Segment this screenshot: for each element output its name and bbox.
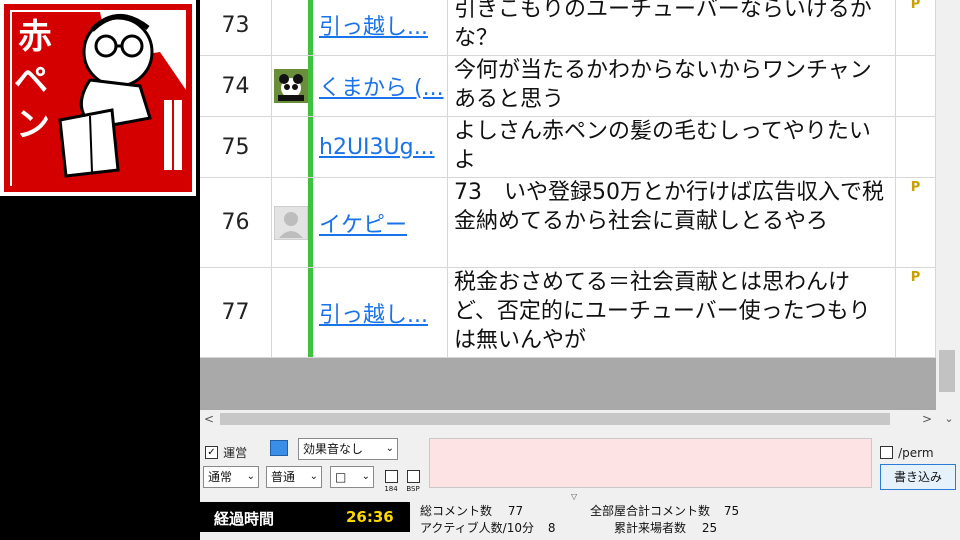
scroll-down-icon[interactable]: ⌄ [938, 410, 960, 428]
check-bsp[interactable]: BSP [404, 466, 422, 493]
chevron-down-icon: ⌄ [309, 471, 318, 482]
position-value: 普通 [271, 470, 296, 484]
user-name-link[interactable]: h2UI3Ug... [313, 117, 448, 177]
comment-text: 引きこもりのユーチューバーならいけるかな？ [448, 0, 896, 55]
premium-cell: P [896, 0, 936, 55]
stat-all-rooms-value: 75 [723, 504, 740, 518]
comment-row[interactable]: 74 くまから (... 今何が当たるかわからないからワンチャンあると思う [200, 56, 936, 117]
user-name-link[interactable]: 引っ越し... [313, 268, 448, 357]
chevron-down-icon: ⌄ [385, 443, 394, 454]
check-bsp-box[interactable] [406, 470, 420, 483]
user-avatar[interactable] [272, 0, 310, 55]
size-select[interactable]: 通常 ⌄ [203, 466, 259, 488]
stat-visitors-label: 累計来場者数 [614, 521, 687, 535]
comment-row[interactable]: 77 引っ越し... 税金おさめてる＝社会貢献とは思わんけど、否定的にユーチューバー… [200, 268, 936, 358]
vertical-scroll-thumb[interactable] [939, 350, 955, 392]
premium-badge-icon: P [910, 270, 921, 285]
stat-active-value: 8 [547, 521, 556, 535]
premium-cell [896, 56, 936, 116]
perm-check-icon[interactable] [880, 446, 893, 459]
channel-logo: 赤 ペ ン [0, 0, 196, 196]
svg-text:赤: 赤 [18, 17, 52, 57]
comment-number: 77 [200, 268, 272, 357]
user-name-link[interactable]: イケピー [313, 178, 448, 267]
svg-text:ペ: ペ [14, 61, 48, 101]
user-name-link[interactable]: 引っ越し... [313, 0, 448, 55]
comment-text: 73 いや登録50万とか行けば広告収入で税金納めてるから社会に貢献しとるやろ [448, 178, 896, 267]
comment-number: 75 [200, 117, 272, 177]
comment-row[interactable]: 75 h2UI3Ug... よしさん赤ペンの髪の毛むしってやりたいよ [200, 117, 936, 178]
write-button[interactable]: 書き込み [880, 464, 956, 490]
color-select[interactable]: □ ⌄ [330, 466, 374, 488]
check-184[interactable]: 184 [382, 466, 400, 493]
stat-total-comments: 総コメント数 77 [420, 502, 523, 519]
comment-input[interactable] [429, 438, 872, 488]
comment-text: よしさん赤ペンの髪の毛むしってやりたいよ [448, 117, 896, 177]
stat-total-comments-value: 77 [507, 504, 524, 518]
stat-active-label: アクティブ人数/10分 [420, 521, 534, 535]
horizontal-scrollbar[interactable]: < > [200, 410, 936, 428]
stat-total-comments-label: 総コメント数 [420, 504, 493, 518]
keyboard-icon[interactable] [270, 440, 288, 456]
premium-cell: P [896, 178, 936, 267]
stat-active: アクティブ人数/10分 8 [420, 519, 555, 536]
size-value: 通常 [208, 470, 233, 484]
check-184-label: 184 [384, 485, 398, 493]
premium-cell: P [896, 268, 936, 357]
stat-all-rooms-label: 全部屋合計コメント数 [590, 504, 711, 518]
elapsed-value: 26:36 [346, 508, 394, 526]
stat-all-rooms: 全部屋合計コメント数 75 [590, 502, 739, 519]
default-avatar-icon [273, 205, 308, 240]
elapsed-time: 経過時間 26:36 [200, 502, 410, 532]
scroll-right-icon[interactable]: > [918, 410, 936, 428]
elapsed-label: 経過時間 [214, 510, 275, 528]
akapen-logo-icon: 赤 ペ ン [0, 0, 196, 196]
comment-number: 74 [200, 56, 272, 116]
user-name-link[interactable]: くまから (... [313, 56, 448, 116]
user-avatar[interactable] [272, 178, 310, 267]
unei-check-icon[interactable]: ✓ [205, 446, 218, 459]
premium-cell [896, 117, 936, 177]
panda-avatar-icon [273, 69, 308, 103]
comment-row[interactable]: 73 引っ越し... 引きこもりのユーチューバーならいけるかな？ P [200, 0, 936, 56]
premium-badge-icon: P [910, 0, 921, 12]
collapse-icon[interactable]: ▽ [571, 492, 577, 501]
unei-checkbox[interactable]: ✓ 運営 [205, 442, 247, 461]
perm-checkbox[interactable]: /perm [880, 442, 934, 461]
vertical-scrollbar[interactable] [936, 0, 958, 410]
horizontal-scroll-thumb[interactable] [220, 413, 890, 425]
check-bsp-label: BSP [406, 485, 420, 493]
comment-row[interactable]: 76 イケピー 73 いや登録50万とか行けば広告収入で税金納めてるから社会に貢献し… [200, 178, 936, 268]
color-value: □ [335, 470, 347, 484]
chevron-down-icon: ⌄ [361, 471, 370, 482]
comment-controls: ✓ 運営 効果音なし ⌄ /perm 書き込み 通常 ⌄ 普通 ⌄ □ ⌄ 184 BS… [200, 430, 960, 540]
check-184-box[interactable] [384, 470, 398, 483]
stat-visitors: 累計来場者数 25 [614, 519, 717, 536]
unei-label: 運営 [223, 446, 248, 460]
sound-effect-value: 効果音なし [303, 442, 364, 456]
svg-text:ン: ン [16, 105, 50, 145]
comment-text: 今何が当たるかわからないからワンチャンあると思う [448, 56, 896, 116]
comment-number: 76 [200, 178, 272, 267]
user-avatar[interactable] [272, 56, 310, 116]
position-select[interactable]: 普通 ⌄ [266, 466, 322, 488]
stat-visitors-value: 25 [701, 521, 718, 535]
user-avatar[interactable] [272, 268, 310, 357]
comment-panel: 73 引っ越し... 引きこもりのユーチューバーならいけるかな？ P 74 くまから (.… [200, 0, 960, 430]
comment-number: 73 [200, 0, 272, 55]
comment-text: 税金おさめてる＝社会貢献とは思わんけど、否定的にユーチューバー使ったつもりは無い… [448, 268, 896, 357]
perm-label: /perm [898, 446, 934, 460]
sound-effect-select[interactable]: 効果音なし ⌄ [298, 438, 398, 460]
user-avatar[interactable] [272, 117, 310, 177]
scroll-left-icon[interactable]: < [200, 410, 218, 428]
chevron-down-icon: ⌄ [246, 471, 255, 482]
premium-badge-icon: P [910, 180, 921, 195]
comment-list[interactable]: 73 引っ越し... 引きこもりのユーチューバーならいけるかな？ P 74 くまから (.… [200, 0, 936, 410]
